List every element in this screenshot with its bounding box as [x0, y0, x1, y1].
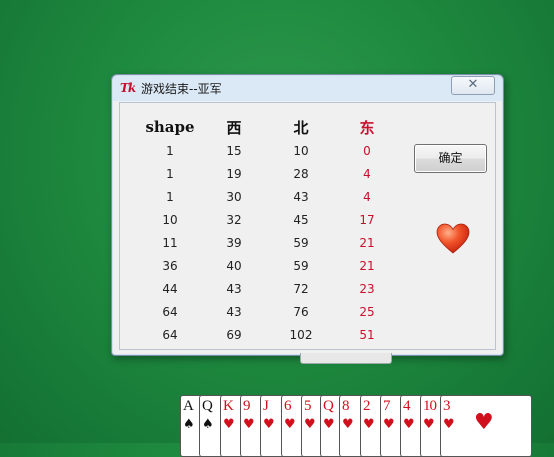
east-score: 51 [359, 327, 375, 342]
score-row: 64 43 76 25 [140, 300, 410, 323]
dialog-titlebar[interactable]: Tk 游戏结束--亚军 ✕ [112, 75, 503, 101]
east-score: 17 [359, 212, 375, 227]
heart-suit-icon: ♥ [323, 417, 335, 432]
north-score: 76 [293, 304, 309, 319]
heart-suit-icon: ♥ [342, 417, 354, 432]
card-rank: 4 [403, 398, 410, 414]
score-row: 1 30 43 4 [140, 185, 410, 208]
card-rank: 2 [363, 398, 370, 414]
score-table-body: 1 15 10 0 1 19 28 4 1 30 43 4 10 32 45 17 11 39 59 21 36 40 59… [140, 139, 410, 346]
card-rank: 3 [443, 398, 450, 414]
north-score: 102 [289, 327, 313, 342]
heart-suit-icon: ♥ [304, 417, 316, 432]
header-east: 东 [359, 118, 375, 137]
east-score: 25 [359, 304, 375, 319]
hidden-panel-edge [300, 353, 392, 364]
east-score: 0 [363, 143, 371, 158]
west-score: 40 [226, 258, 242, 273]
heart-suit-icon: ♥ [363, 417, 375, 432]
heart-suit-icon: ♥ [423, 417, 435, 432]
card-rank: 8 [342, 398, 349, 414]
close-button[interactable]: ✕ [451, 76, 495, 95]
close-icon: ✕ [467, 77, 479, 92]
heart-suit-icon: ♥ [243, 417, 255, 432]
shape-score: 44 [162, 281, 178, 296]
shape-score: 11 [162, 235, 178, 250]
shape-score: 1 [166, 143, 174, 158]
header-north: 北 [293, 118, 309, 137]
tk-app-icon: Tk [120, 81, 136, 95]
header-west: 西 [226, 118, 242, 137]
heart-suit-icon: ♥ [263, 417, 275, 432]
shape-score: 36 [162, 258, 178, 273]
card-rank: Q [202, 398, 213, 414]
north-score: 59 [293, 258, 309, 273]
west-score: 39 [226, 235, 242, 250]
west-score: 32 [226, 212, 242, 227]
score-row: 36 40 59 21 [140, 254, 410, 277]
west-score: 30 [226, 189, 242, 204]
score-row: 10 32 45 17 [140, 208, 410, 231]
north-score: 43 [293, 189, 309, 204]
heart-suit-icon: ♥ [223, 417, 235, 432]
playing-card[interactable]: 3 ♥ ♥ [440, 395, 532, 457]
heart-suit-icon: ♥ [383, 417, 395, 432]
heart-suit-icon: ♥ [443, 417, 455, 432]
north-score: 45 [293, 212, 309, 227]
card-rank: 5 [304, 398, 311, 414]
score-row: 64 69 102 51 [140, 323, 410, 346]
east-score: 23 [359, 281, 375, 296]
shape-score: 1 [166, 189, 174, 204]
shape-score: 10 [162, 212, 178, 227]
heart-suit-icon: ♥ [284, 417, 296, 432]
north-score: 28 [293, 166, 309, 181]
north-score: 72 [293, 281, 309, 296]
score-row: 1 15 10 0 [140, 139, 410, 162]
west-score: 43 [226, 281, 242, 296]
heart-icon [436, 223, 470, 254]
east-score: 4 [363, 189, 371, 204]
dialog-content: shape 西 北 东 1 15 10 0 1 19 28 4 1 30 43 4 10 32 45 17 11… [119, 102, 496, 350]
card-rank: Q [323, 398, 334, 414]
north-score: 10 [293, 143, 309, 158]
score-table-header: shape 西 北 东 [140, 115, 410, 139]
north-score: 59 [293, 235, 309, 250]
shape-score: 1 [166, 166, 174, 181]
ok-button[interactable]: 确定 [414, 144, 487, 173]
header-shape: shape [145, 118, 195, 136]
card-rank: 10 [423, 398, 437, 414]
east-score: 4 [363, 166, 371, 181]
score-table: shape 西 北 东 1 15 10 0 1 19 28 4 1 30 43 4 10 32 45 17 11… [140, 115, 410, 346]
card-rank: 6 [284, 398, 291, 414]
card-rank: 7 [383, 398, 390, 414]
west-score: 19 [226, 166, 242, 181]
card-rank: K [223, 398, 234, 414]
west-score: 43 [226, 304, 242, 319]
card-rank: J [263, 398, 269, 414]
score-row: 1 19 28 4 [140, 162, 410, 185]
card-center-heart-icon: ♥ [474, 410, 494, 435]
shape-score: 64 [162, 327, 178, 342]
game-over-dialog: Tk 游戏结束--亚军 ✕ shape 西 北 东 1 15 10 0 1 19 28 4 1 3… [111, 74, 504, 356]
score-row: 44 43 72 23 [140, 277, 410, 300]
card-rank: A [183, 398, 194, 414]
spade-icon: ♠ [183, 417, 195, 432]
east-score: 21 [359, 258, 375, 273]
heart-suit-icon: ♥ [403, 417, 415, 432]
shape-score: 64 [162, 304, 178, 319]
card-rank: 9 [243, 398, 250, 414]
east-score: 21 [359, 235, 375, 250]
spade-icon: ♠ [202, 417, 214, 432]
west-score: 15 [226, 143, 242, 158]
west-score: 69 [226, 327, 242, 342]
dialog-title: 游戏结束--亚军 [141, 82, 222, 96]
score-row: 11 39 59 21 [140, 231, 410, 254]
